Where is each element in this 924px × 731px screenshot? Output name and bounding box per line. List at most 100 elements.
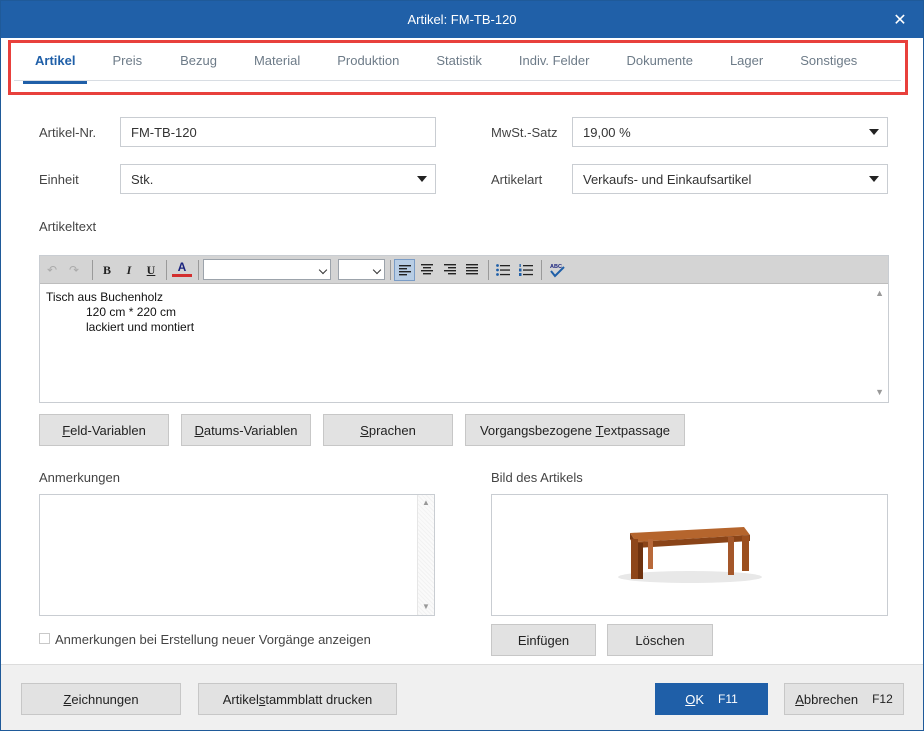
toolbar-separator — [92, 260, 93, 280]
vorgangsbezogene-textpassage-button[interactable]: Vorgangsbezogene Textpassage — [465, 414, 685, 446]
editor-line: lackiert und montiert — [46, 320, 195, 334]
close-icon: ✕ — [893, 11, 907, 29]
editor-content[interactable]: Tisch aus Buchenholz 120 cm * 220 cm lac… — [46, 290, 194, 335]
artikelart-label: Artikelart — [491, 172, 543, 187]
tab-produktion[interactable]: Produktion — [337, 54, 399, 80]
tab-lager[interactable]: Lager — [730, 54, 763, 80]
bild-label: Bild des Artikels — [491, 470, 583, 485]
btn-text: prachen — [368, 422, 416, 438]
tab-preis[interactable]: Preis — [112, 54, 142, 80]
artikel-nr-label: Artikel-Nr. — [39, 125, 97, 140]
font-color-icon[interactable]: A — [172, 259, 192, 277]
zeichnungen-button[interactable]: Zeichnungen — [21, 683, 181, 715]
align-right-icon[interactable] — [440, 259, 460, 281]
anmerkungen-label: Anmerkungen — [39, 470, 120, 485]
shortcut-hint: F12 — [872, 692, 893, 706]
tab-dokumente[interactable]: Dokumente — [626, 54, 692, 80]
close-button[interactable]: ✕ — [877, 1, 923, 38]
article-image-frame — [491, 494, 888, 616]
undo-icon[interactable]: ↶ — [42, 259, 62, 281]
toolbar-separator — [166, 260, 167, 280]
editor-line: 120 cm * 220 cm — [46, 305, 177, 319]
btn-text: atums-Variablen — [203, 422, 298, 438]
btn-mnemonic: Z — [63, 691, 72, 707]
sprachen-button[interactable]: Sprachen — [323, 414, 453, 446]
toolbar-separator — [541, 260, 542, 280]
anmerkungen-checkbox-label: Anmerkungen bei Erstellung neuer Vorgäng… — [55, 632, 371, 647]
artikelstammblatt-drucken-button[interactable]: Artikel s tammblatt drucken — [198, 683, 397, 715]
title-bar: Artikel: FM-TB-120 ✕ — [1, 1, 923, 38]
toolbar-separator — [488, 260, 489, 280]
table-product-image — [618, 527, 762, 583]
artikelart-select[interactable]: Verkaufs- und Einkaufsartikel — [572, 164, 888, 194]
artikeltext-label: Artikeltext — [39, 219, 97, 234]
chevron-down-icon — [372, 265, 382, 275]
ok-button[interactable]: O K F11 — [655, 683, 768, 715]
anmerkungen-scrollbar[interactable]: ▲ ▼ — [417, 495, 434, 615]
einheit-select[interactable]: Stk. — [120, 164, 436, 194]
tab-divider — [14, 80, 901, 81]
chevron-down-icon — [869, 176, 879, 182]
bold-icon[interactable]: B — [97, 259, 117, 281]
feld-variablen-button[interactable]: Feld-Variablen — [39, 414, 169, 446]
italic-icon[interactable]: I — [119, 259, 139, 281]
tab-material[interactable]: Material — [254, 54, 300, 80]
btn-text: extpassage — [603, 422, 671, 438]
btn-mnemonic: S — [360, 422, 369, 438]
numbered-list-icon[interactable] — [516, 259, 536, 281]
underline-icon[interactable]: U — [141, 259, 161, 281]
datums-variablen-button[interactable]: Datums-Variablen — [181, 414, 311, 446]
btn-text: Vorgangsbezogene — [479, 422, 596, 438]
chevron-down-icon — [869, 129, 879, 135]
anmerkungen-textarea[interactable]: ▲ ▼ — [39, 494, 435, 616]
anmerkungen-checkbox[interactable] — [39, 633, 50, 644]
mwst-label: MwSt.-Satz — [491, 125, 558, 140]
tab-list: Artikel Preis Bezug Material Produktion … — [13, 54, 857, 84]
einfuegen-button[interactable]: Einfügen — [491, 624, 596, 656]
scroll-down-icon[interactable]: ▼ — [875, 387, 884, 397]
spellcheck-icon[interactable]: ABC — [546, 259, 570, 281]
btn-mnemonic: T — [595, 422, 604, 438]
scroll-up-icon[interactable]: ▲ — [875, 288, 884, 298]
btn-text: eld-Variablen — [70, 422, 146, 438]
font-family-combo[interactable] — [203, 259, 331, 280]
align-center-icon[interactable] — [417, 259, 437, 281]
mwst-select[interactable]: 19,00 % — [572, 117, 888, 147]
toolbar-separator — [198, 260, 199, 280]
editor-line: Tisch aus Buchenholz — [46, 290, 163, 304]
chevron-down-icon — [318, 265, 328, 275]
scroll-up-icon[interactable]: ▲ — [421, 498, 431, 508]
tab-sonstiges[interactable]: Sonstiges — [800, 54, 857, 80]
btn-text: K — [695, 691, 704, 707]
toolbar-separator — [390, 260, 391, 280]
align-left-icon[interactable] — [394, 259, 415, 281]
tab-statistik[interactable]: Statistik — [436, 54, 482, 80]
btn-mnemonic: A — [795, 691, 804, 707]
spellcheck-text: ABC — [550, 264, 562, 270]
article-dialog: Artikel: FM-TB-120 ✕ Artikel Preis Bezug… — [0, 0, 924, 731]
btn-mnemonic: F — [62, 422, 71, 438]
footer-bar: Zeichnungen Artikel s tammblatt drucken OK… — [1, 664, 923, 730]
scroll-down-icon[interactable]: ▼ — [421, 602, 431, 612]
redo-icon[interactable]: ↷ — [64, 259, 84, 281]
btn-mnemonic: D — [194, 422, 204, 438]
btn-mnemonic: O — [685, 691, 696, 707]
einheit-value: Stk. — [131, 172, 154, 187]
btn-text: bbrechen — [803, 691, 859, 707]
tab-indiv-felder[interactable]: Indiv. Felder — [519, 54, 590, 80]
btn-text: eichnungen — [71, 691, 139, 707]
tab-bar: Artikel Preis Bezug Material Produktion … — [1, 38, 923, 98]
btn-text: tammblatt drucken — [265, 691, 373, 707]
align-justify-icon[interactable] — [462, 259, 482, 281]
artikel-nr-input[interactable]: FM-TB-120 — [120, 117, 436, 147]
loeschen-button[interactable]: Löschen — [607, 624, 713, 656]
shortcut-hint: F11 — [718, 692, 738, 706]
main-panel: Artikel-Nr. FM-TB-120 MwSt.-Satz 19,00 %… — [1, 98, 923, 664]
editor-toolbar: ↶ ↷ B I U A ABC — [40, 256, 888, 284]
abbrechen-button[interactable]: Abbrechen F12 — [784, 683, 904, 715]
rich-text-editor[interactable]: ↶ ↷ B I U A ABC Tisch aus Buchenholz 120… — [39, 255, 889, 403]
bullet-list-icon[interactable] — [493, 259, 513, 281]
font-size-combo[interactable] — [338, 259, 385, 280]
tab-artikel[interactable]: Artikel — [22, 54, 89, 84]
tab-bezug[interactable]: Bezug — [180, 54, 217, 80]
